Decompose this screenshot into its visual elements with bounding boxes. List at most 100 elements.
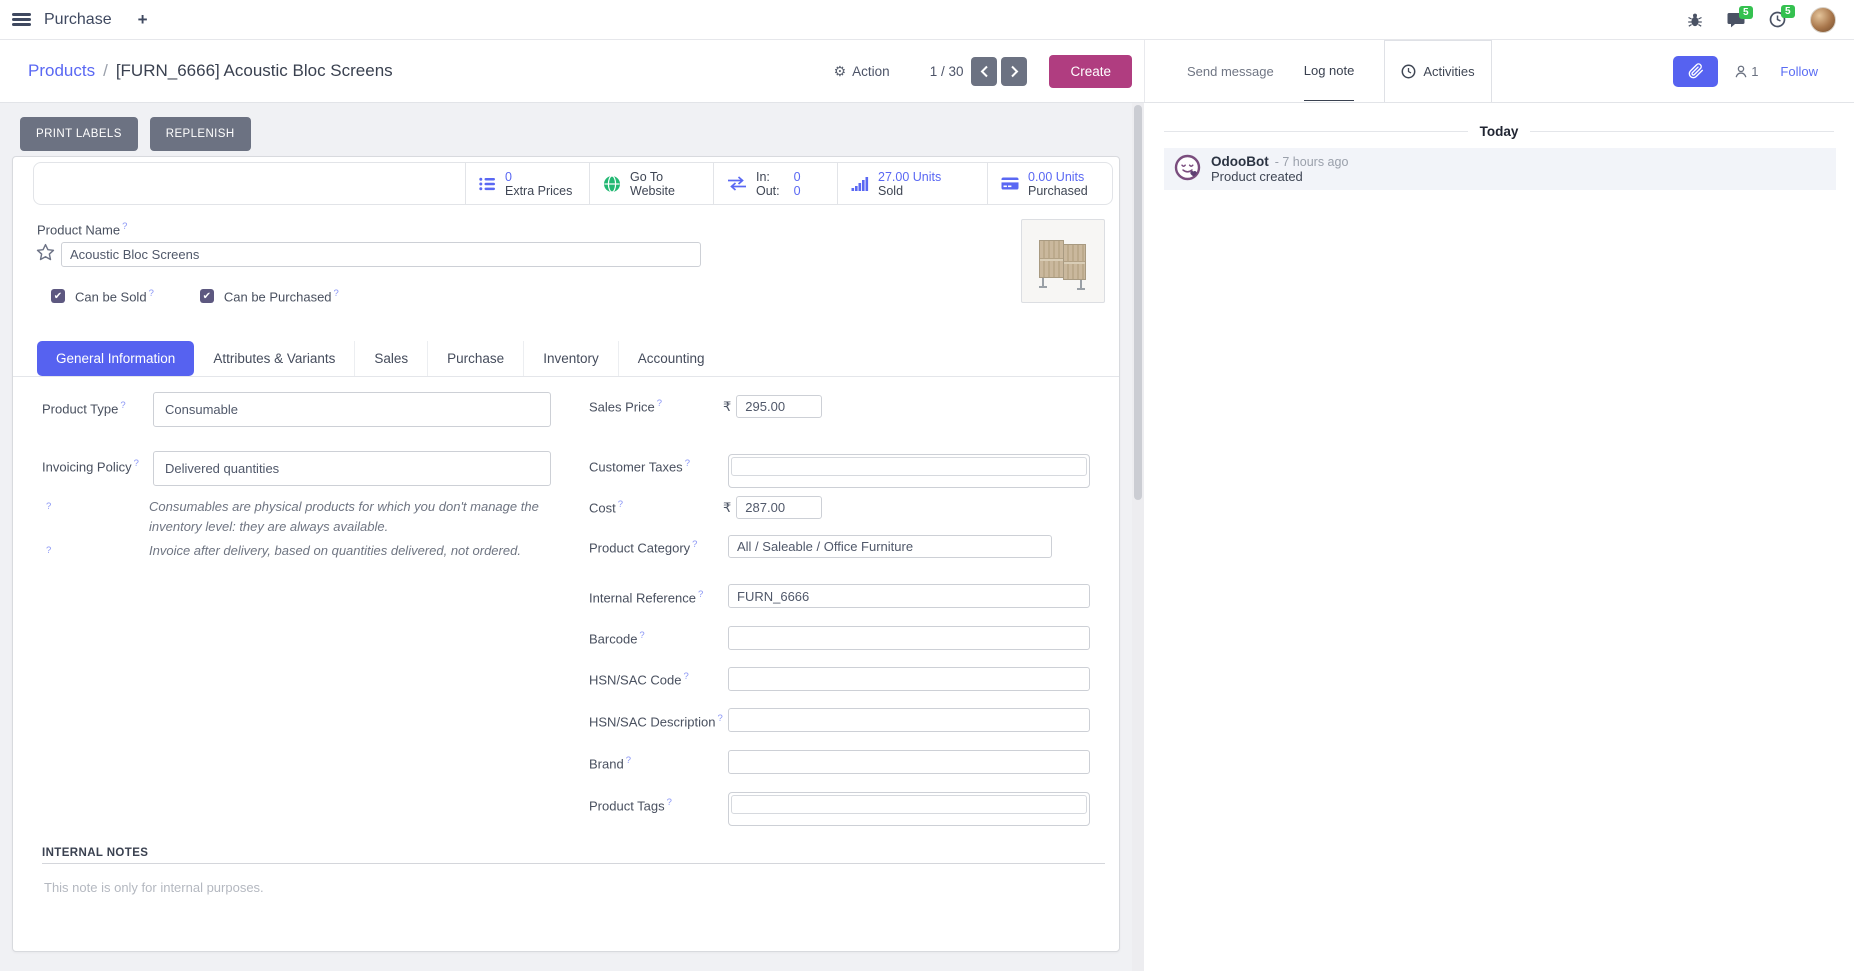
product-category-input[interactable] <box>728 535 1052 558</box>
out-value: 0 <box>794 184 801 198</box>
tab-sales[interactable]: Sales <box>354 341 427 376</box>
paperclip-icon <box>1688 63 1704 79</box>
internal-notes-title: INTERNAL NOTES <box>42 847 148 859</box>
hsn-sac-description-label: HSN/SAC Description? <box>589 713 723 729</box>
extra-prices-value: 0 <box>505 170 572 184</box>
sales-price-label: Sales Price? <box>589 398 662 414</box>
units-sold-stat-button[interactable]: 27.00 UnitsSold <box>837 163 987 204</box>
messages-icon[interactable]: 5 <box>1727 12 1745 28</box>
vertical-scrollbar[interactable] <box>1132 103 1144 971</box>
message-timestamp: - 7 hours ago <box>1275 155 1349 169</box>
internal-notes-divider <box>42 863 1105 864</box>
log-note-button[interactable]: Log note <box>1304 41 1355 101</box>
product-type-label: Product Type? <box>42 400 126 416</box>
replenish-button[interactable]: REPLENISH <box>150 117 251 151</box>
consumable-helper-text: Consumables are physical products for wh… <box>149 497 541 536</box>
hsn-sac-code-label: HSN/SAC Code? <box>589 671 689 687</box>
customer-taxes-input[interactable] <box>728 454 1090 488</box>
product-tags-input[interactable] <box>728 792 1090 826</box>
tab-general-information[interactable]: General Information <box>37 341 194 376</box>
brand-label: Brand? <box>589 755 631 771</box>
tab-attributes-variants[interactable]: Attributes & Variants <box>194 341 354 376</box>
can-be-purchased-checkbox[interactable]: ✔ <box>200 289 214 303</box>
tab-accounting[interactable]: Accounting <box>618 341 724 376</box>
list-icon <box>479 177 496 191</box>
internal-reference-input[interactable] <box>728 584 1090 608</box>
invoicing-helper-text: Invoice after delivery, based on quantit… <box>149 541 541 561</box>
units-purchased-value: 0.00 Units <box>1028 170 1088 184</box>
chatter-toolbar: Send message Log note Activities 1 Follo… <box>1144 40 1854 102</box>
message-author[interactable]: OdooBot <box>1211 154 1269 169</box>
transfer-arrows-icon <box>727 176 747 191</box>
units-purchased-label: Purchased <box>1028 184 1088 198</box>
pager-previous-button[interactable] <box>971 57 997 86</box>
print-labels-button[interactable]: PRINT LABELS <box>20 117 138 151</box>
globe-icon <box>603 175 621 193</box>
cost-label: Cost? <box>589 499 623 515</box>
go-to-website-line2: Website <box>630 184 675 198</box>
product-name-input[interactable] <box>61 242 701 267</box>
stat-button-box: 0Extra Prices Go ToWebsite In: 0 Out: 0 <box>33 162 1113 205</box>
go-to-website-line1: Go To <box>630 170 675 184</box>
scrollbar-thumb[interactable] <box>1134 105 1142 500</box>
send-message-button[interactable]: Send message <box>1187 42 1274 101</box>
sales-price-input[interactable] <box>736 395 822 418</box>
breadcrumb-separator: / <box>103 61 108 81</box>
app-title[interactable]: Purchase <box>44 11 112 29</box>
activities-clock-icon[interactable]: 5 <box>1769 11 1786 28</box>
attach-files-button[interactable] <box>1673 56 1718 87</box>
debug-bug-icon[interactable] <box>1687 12 1703 28</box>
breadcrumb-products-link[interactable]: Products <box>28 61 95 81</box>
favorite-star-icon[interactable] <box>36 243 55 267</box>
today-divider: Today <box>1164 124 1834 139</box>
units-sold-label: Sold <box>878 184 941 198</box>
invoicing-policy-label: Invoicing Policy? <box>42 458 139 474</box>
chevron-right-icon <box>1010 65 1019 78</box>
schedule-activity-button[interactable]: Activities <box>1384 40 1491 102</box>
in-out-stat-button[interactable]: In: 0 Out: 0 <box>713 163 837 204</box>
bar-chart-icon <box>851 176 869 191</box>
add-tab-button[interactable]: + <box>138 10 148 30</box>
user-avatar[interactable] <box>1810 7 1836 33</box>
extra-prices-label: Extra Prices <box>505 184 572 198</box>
followers-count: 1 <box>1751 64 1758 79</box>
brand-input[interactable] <box>728 750 1090 774</box>
internal-reference-label: Internal Reference? <box>589 589 703 605</box>
units-purchased-stat-button[interactable]: 0.00 UnitsPurchased <box>987 163 1112 204</box>
notebook-tabs: General Information Attributes & Variant… <box>13 341 1119 377</box>
credit-card-icon <box>1001 177 1019 190</box>
breadcrumb-current: [FURN_6666] Acoustic Bloc Screens <box>116 61 393 81</box>
product-category-label: Product Category? <box>589 539 697 555</box>
product-name-label: Product Name? <box>37 221 127 237</box>
pager-value[interactable]: 1 / 30 <box>930 64 964 79</box>
tab-inventory[interactable]: Inventory <box>523 341 618 376</box>
extra-prices-stat-button[interactable]: 0Extra Prices <box>465 163 589 204</box>
product-image[interactable] <box>1021 219 1105 303</box>
barcode-input[interactable] <box>728 626 1090 650</box>
product-type-select[interactable]: Consumable <box>153 392 551 427</box>
sales-price-currency: ₹ <box>723 399 731 415</box>
create-button[interactable]: Create <box>1049 55 1132 88</box>
apps-menu-icon[interactable] <box>12 13 31 26</box>
follower-person-icon <box>1734 64 1748 79</box>
can-be-sold-checkbox[interactable]: ✔ <box>51 289 65 303</box>
control-panel: Products / [FURN_6666] Acoustic Bloc Scr… <box>0 40 1854 103</box>
top-navbar: Purchase + 5 5 <box>0 0 1854 40</box>
message-body: Product created <box>1211 169 1348 184</box>
go-to-website-stat-button[interactable]: Go ToWebsite <box>589 163 713 204</box>
action-menu-button[interactable]: ⚙ Action <box>834 63 890 80</box>
in-value: 0 <box>794 170 801 184</box>
hsn-sac-description-input[interactable] <box>728 708 1090 732</box>
cost-input[interactable] <box>736 496 822 519</box>
invoicing-policy-select[interactable]: Delivered quantities <box>153 451 551 486</box>
followers-button[interactable]: 1 <box>1734 64 1758 79</box>
pager-next-button[interactable] <box>1001 57 1027 86</box>
form-view-pane: PRINT LABELS REPLENISH 0Extra Prices Go … <box>0 103 1132 971</box>
out-label: Out: <box>756 184 780 198</box>
chatter-pane: Today OdooBot - 7 hours ago Product cre <box>1144 103 1854 971</box>
chatter-message: OdooBot - 7 hours ago Product created <box>1164 148 1836 190</box>
tab-purchase[interactable]: Purchase <box>427 341 523 376</box>
internal-notes-placeholder[interactable]: This note is only for internal purposes. <box>44 880 264 895</box>
hsn-sac-code-input[interactable] <box>728 667 1090 691</box>
follow-button[interactable]: Follow <box>1780 64 1818 79</box>
